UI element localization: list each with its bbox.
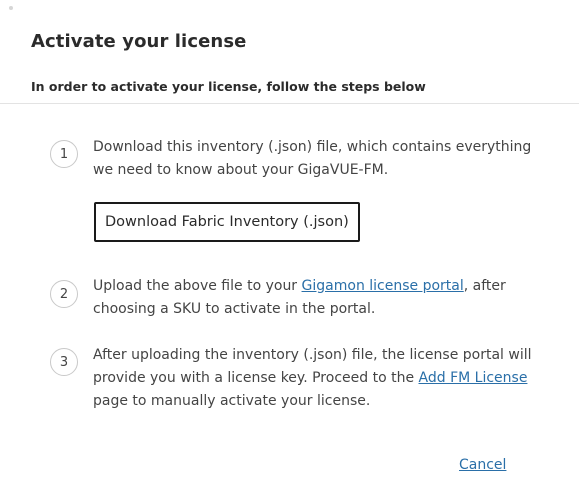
step-2-text-before: Upload the above file to your [93,278,302,294]
step-3-text-after: page to manually activate your license. [93,393,371,409]
dialog-subtitle: In order to activate your license, follo… [31,79,426,94]
dialog-title: Activate your license [31,31,247,52]
step-1-text: Download this inventory (.json) file, wh… [93,139,532,178]
cancel-link[interactable]: Cancel [459,457,506,473]
step-1-number: 1 [50,140,78,168]
activate-license-dialog: Activate your license In order to activa… [0,0,579,494]
gigamon-license-portal-link[interactable]: Gigamon license portal [302,278,464,294]
download-inventory-button[interactable]: Download Fabric Inventory (.json) [94,202,360,242]
step-2-text: Upload the above file to your Gigamon li… [93,275,555,321]
add-fm-license-link[interactable]: Add FM License [419,370,528,386]
header-divider [0,103,579,104]
step-3-number: 3 [50,348,78,376]
step-2-number: 2 [50,280,78,308]
step-3-text: After uploading the inventory (.json) fi… [93,344,555,413]
corner-dot [9,6,13,10]
